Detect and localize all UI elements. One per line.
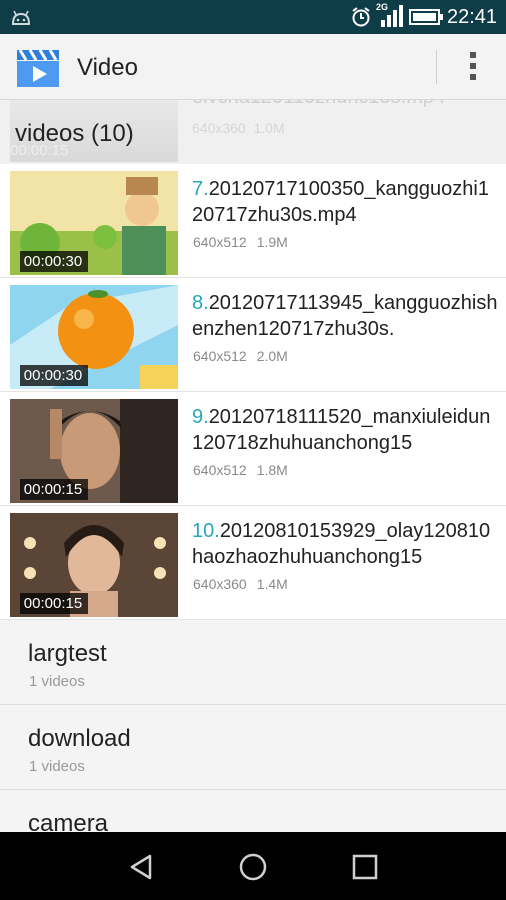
video-filename: 20120717113945_kangguozhishenzhen120717z…: [192, 292, 498, 340]
video-resolution: 640x360: [192, 120, 246, 136]
video-row[interactable]: 00:00:30 7.20120717100350_kangguozhi1207…: [0, 164, 506, 278]
signal-icon: [381, 5, 403, 27]
status-bar: 2G 22:41: [0, 0, 506, 34]
video-size: 2.0M: [256, 348, 288, 364]
video-row[interactable]: 00:00:15 10.20120810153929_olay120810hao…: [0, 506, 506, 620]
video-name: 9.20120718111520_manxiuleidun120718zhuhu…: [192, 404, 498, 456]
video-name: 8.20120717113945_kangguozhishenzhen12071…: [192, 290, 498, 342]
video-duration: 00:00:15: [20, 479, 88, 500]
folder-count: 1 videos: [29, 673, 85, 690]
video-size: 1.0M: [253, 120, 285, 136]
clock-time: 22:41: [447, 6, 498, 28]
video-meta: 640x512 1.8M: [193, 462, 288, 478]
folder-name: download: [28, 725, 131, 752]
action-bar-divider: [436, 50, 437, 84]
navigation-bar: [0, 832, 506, 900]
video-name: 7.20120717100350_kangguozhi120717zhu30s.…: [192, 176, 498, 228]
video-index: 7.: [192, 178, 209, 200]
video-resolution: 640x512: [193, 462, 247, 478]
video-resolution: 640x512: [193, 234, 247, 250]
back-icon[interactable]: [124, 850, 158, 884]
video-thumbnail: 00:00:30: [10, 285, 178, 389]
video-size: 1.4M: [256, 576, 288, 592]
battery-icon: [409, 9, 443, 25]
video-resolution: 640x360: [193, 576, 247, 592]
more-vertical-icon[interactable]: [462, 52, 484, 84]
video-row[interactable]: 00:00:30 8.20120717113945_kangguozhishen…: [0, 278, 506, 392]
video-index: 9.: [192, 406, 209, 428]
video-filename: 20120717100350_kangguozhi120717zhu30s.mp…: [192, 178, 489, 226]
video-meta: 640x360 1.0M: [192, 120, 285, 136]
video-name: 10.20120810153929_olay120810haozhaozhuhu…: [192, 518, 498, 570]
video-thumbnail: 00:00:30: [10, 171, 178, 275]
page-title: Video: [77, 54, 138, 81]
folder-header-row[interactable]: 00:00:15 elvcha120110zhuhc15s.mp4 640x36…: [0, 100, 506, 164]
video-index: 8.: [192, 292, 209, 314]
video-size: 1.9M: [256, 234, 288, 250]
folder-row-camera[interactable]: camera: [0, 790, 506, 832]
video-resolution: 640x512: [193, 348, 247, 364]
folder-row-largtest[interactable]: largtest 1 videos: [0, 620, 506, 705]
action-bar: Video: [0, 34, 506, 100]
folder-name: camera: [28, 810, 109, 832]
video-clapper-icon[interactable]: [16, 46, 60, 88]
alarm-icon: [352, 7, 370, 27]
folder-heading: videos (10): [15, 120, 134, 147]
video-thumbnail: 00:00:15: [10, 513, 178, 617]
video-duration: 00:00:30: [20, 365, 88, 386]
video-index: 10.: [192, 520, 220, 542]
video-filename: 20120810153929_olay120810haozhaozhuhuanc…: [192, 520, 491, 568]
video-meta: 640x512 1.9M: [193, 234, 288, 250]
folder-row-download[interactable]: download 1 videos: [0, 705, 506, 790]
video-meta: 640x360 1.4M: [193, 576, 288, 592]
folder-count: 1 videos: [29, 758, 85, 775]
video-thumbnail: 00:00:15: [10, 399, 178, 503]
video-size: 1.8M: [256, 462, 288, 478]
recents-icon[interactable]: [348, 850, 382, 884]
video-name: elvcha120110zhuhc15s.mp4: [192, 100, 445, 109]
video-row[interactable]: 00:00:15 9.20120718111520_manxiuleidun12…: [0, 392, 506, 506]
android-debug-icon: [11, 10, 31, 25]
video-filename: 20120718111520_manxiuleidun120718zhuhuan…: [192, 406, 491, 454]
video-duration: 00:00:15: [20, 593, 88, 614]
video-list[interactable]: 00:00:15 elvcha120110zhuhc15s.mp4 640x36…: [0, 100, 506, 832]
folder-name: largtest: [28, 640, 107, 667]
video-duration: 00:00:30: [20, 251, 88, 272]
home-icon[interactable]: [236, 850, 270, 884]
video-meta: 640x512 2.0M: [193, 348, 288, 364]
